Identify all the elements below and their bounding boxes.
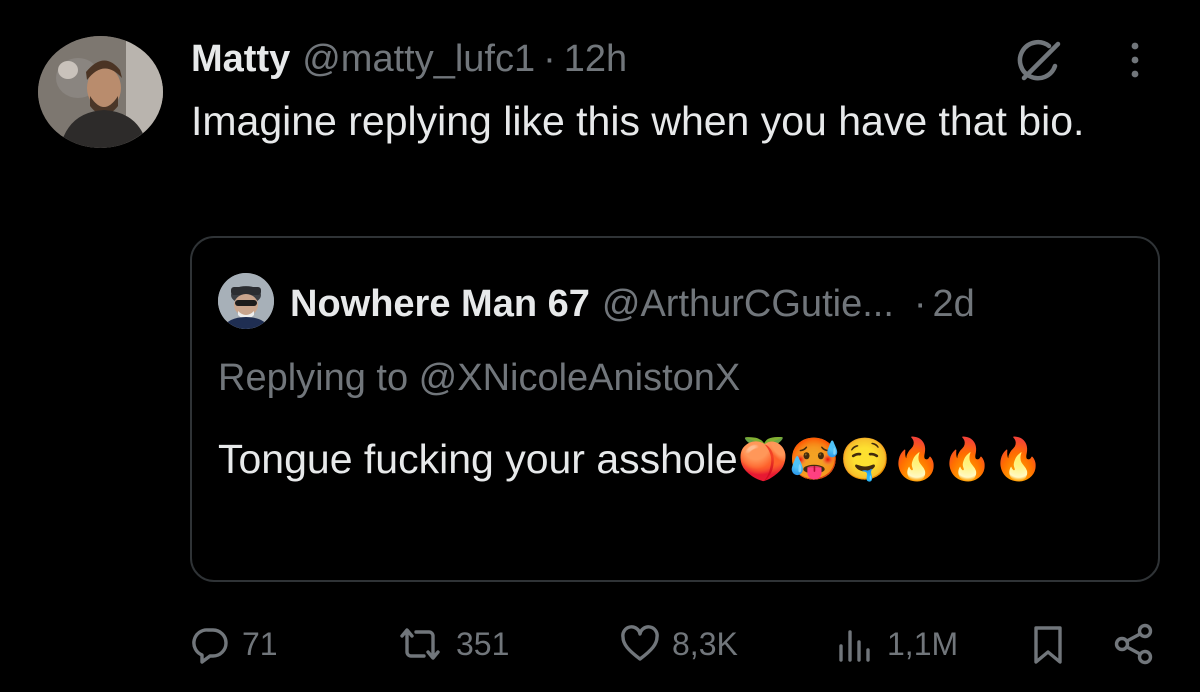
repost-icon [394, 622, 446, 666]
author-name[interactable]: Matty [191, 34, 290, 84]
repost-button[interactable]: 351 [394, 618, 509, 670]
bookmark-button[interactable] [1026, 618, 1070, 670]
grok-icon[interactable] [1014, 36, 1064, 86]
bookmark-icon [1026, 622, 1070, 666]
tweet[interactable]: Matty @matty_lufc1 · 12h Imagine replyin… [0, 0, 1200, 692]
header-separator: · [543, 38, 556, 80]
tweet-text: Imagine replying like this when you have… [191, 98, 1085, 144]
quote-header: Nowhere Man 67 @ArthurCGutie... · 2d [290, 280, 975, 328]
more-options-icon[interactable] [1122, 38, 1148, 82]
views-button[interactable]: 1,1M [833, 618, 958, 670]
quoted-tweet[interactable]: Nowhere Man 67 @ArthurCGutie... · 2d Rep… [190, 236, 1160, 582]
like-icon [618, 622, 662, 666]
quote-timestamp[interactable]: 2d [933, 280, 975, 328]
like-count: 8,3K [672, 625, 738, 662]
quote-text: Tongue fucking your asshole🍑🥵🤤🔥🔥🔥 [218, 436, 1044, 482]
action-bar: 71 351 8,3K 1,1M [188, 618, 1168, 670]
quote-author-handle[interactable]: @ArthurCGutie... [602, 280, 894, 328]
quote-separator: · [913, 283, 927, 325]
share-button[interactable] [1112, 618, 1156, 670]
reply-icon [188, 622, 232, 666]
tweet-header: Matty @matty_lufc1 · 12h [191, 34, 627, 84]
like-button[interactable]: 8,3K [618, 618, 738, 670]
quote-author-avatar[interactable] [218, 273, 274, 329]
share-icon [1112, 622, 1156, 666]
tweet-timestamp[interactable]: 12h [564, 34, 627, 84]
author-handle[interactable]: @matty_lufc1 [302, 34, 535, 84]
author-avatar[interactable] [38, 36, 163, 148]
replying-to[interactable]: Replying to @XNicoleAnistonX [218, 353, 740, 403]
quote-author-name[interactable]: Nowhere Man 67 [290, 280, 590, 328]
views-count: 1,1M [887, 625, 959, 662]
reply-button[interactable]: 71 [188, 618, 278, 670]
repost-count: 351 [456, 625, 510, 662]
reply-count: 71 [242, 625, 278, 662]
views-icon [833, 622, 877, 666]
